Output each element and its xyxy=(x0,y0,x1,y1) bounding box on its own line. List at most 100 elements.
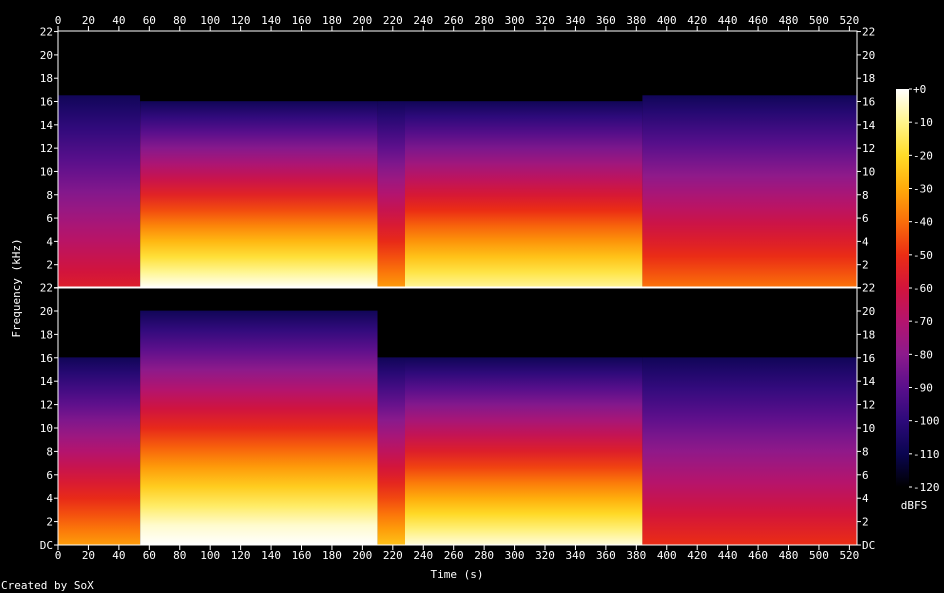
y-tick-label: DC xyxy=(40,539,53,552)
y-tick-label: 4 xyxy=(46,492,53,505)
spectrogram-chart: 0 20 40 60 80 100 120 140 160 180 200 220 240 260 280 3… xyxy=(1,14,940,592)
y-tick-label: 22 xyxy=(862,282,875,295)
x-tick-label: 440 xyxy=(718,549,738,562)
x-tick-label: 460 xyxy=(748,549,768,562)
x-tick-label: 200 xyxy=(352,549,372,562)
x-tick-label: 140 xyxy=(261,549,281,562)
x-tick-label: 80 xyxy=(173,14,186,27)
y-tick-label: 6 xyxy=(46,469,53,482)
spectrogram-segment xyxy=(404,31,643,288)
colorbar-tick-label: -20 xyxy=(913,149,933,162)
colorbar-tick-label: -120 xyxy=(913,481,940,494)
x-tick-label: 180 xyxy=(322,14,342,27)
x-tick-label: 320 xyxy=(535,549,555,562)
x-axis-bottom: 0 20 40 60 80 100 120 140 160 180 200 220 240 260 280 3… xyxy=(55,545,859,562)
y-tick-label: 20 xyxy=(862,49,875,62)
spectrogram-segment xyxy=(377,287,405,545)
x-tick-label: 500 xyxy=(809,14,829,27)
x-tick-label: 340 xyxy=(566,14,586,27)
x-tick-label: 220 xyxy=(383,14,403,27)
y-tick-label: 16 xyxy=(862,96,875,109)
x-tick-label: 60 xyxy=(143,14,156,27)
y-tick-label: 18 xyxy=(862,328,875,341)
y-tick-label: 18 xyxy=(40,328,53,341)
y-tick-label: 20 xyxy=(40,49,53,62)
x-tick-label: 520 xyxy=(839,14,859,27)
spectrogram-segment xyxy=(404,287,643,545)
y-tick-label: 16 xyxy=(862,352,875,365)
colorbar-tick-label: -60 xyxy=(913,282,933,295)
y-tick-label: 18 xyxy=(862,72,875,85)
y-tick-label: 8 xyxy=(46,445,53,458)
x-tick-label: 140 xyxy=(261,14,281,27)
y-tick-label: 10 xyxy=(40,165,53,178)
y-tick-label: 12 xyxy=(862,142,875,155)
x-tick-label: 220 xyxy=(383,549,403,562)
x-tick-label: 40 xyxy=(112,549,125,562)
y-tick-label: 4 xyxy=(46,235,53,248)
y-tick-label: 4 xyxy=(862,235,869,248)
y-tick-label: 12 xyxy=(40,399,53,412)
colorbar-tick-label: -80 xyxy=(913,348,933,361)
colorbar-label: dBFS xyxy=(901,499,928,512)
y-tick-label: 22 xyxy=(40,26,53,39)
x-tick-label: 160 xyxy=(292,14,312,27)
y-tick-label: 14 xyxy=(862,375,876,388)
credit-text: Created by SoX xyxy=(1,579,94,592)
x-tick-label: 480 xyxy=(779,14,799,27)
colorbar-tick-label: -90 xyxy=(913,382,933,395)
y-axis-label: Frequency (kHz) xyxy=(10,238,23,337)
y-tick-label: 14 xyxy=(862,119,876,132)
y-tick-label: 8 xyxy=(46,189,53,202)
x-tick-label: 340 xyxy=(566,549,586,562)
x-tick-label: 20 xyxy=(82,14,95,27)
y-tick-label: 22 xyxy=(862,26,875,39)
x-tick-label: 400 xyxy=(657,14,677,27)
x-tick-label: 0 xyxy=(55,549,62,562)
spectrogram-segment xyxy=(58,31,141,288)
x-tick-label: 200 xyxy=(352,14,372,27)
x-tick-label: 420 xyxy=(687,549,707,562)
y-tick-label: 22 xyxy=(40,282,53,295)
x-tick-label: 380 xyxy=(626,14,646,27)
y-tick-label: 20 xyxy=(40,305,53,318)
y-tick-label: 6 xyxy=(862,469,869,482)
y-tick-label: 2 xyxy=(862,259,869,272)
colorbar-tick-label: -30 xyxy=(913,183,933,196)
x-axis-label: Time (s) xyxy=(431,568,484,581)
x-tick-label: 60 xyxy=(143,549,156,562)
y-tick-label: 14 xyxy=(40,375,54,388)
colorbar: +0 -10 -20 -30 -40 -50 -60 -70 -80 -90 -100 -110 -12… xyxy=(896,83,940,494)
y-tick-label: 8 xyxy=(862,445,869,458)
y-tick-label: 2 xyxy=(46,516,53,529)
x-tick-label: 500 xyxy=(809,549,829,562)
x-tick-label: 100 xyxy=(200,549,220,562)
y-tick-label: 4 xyxy=(862,492,869,505)
y-tick-label: DC xyxy=(862,539,875,552)
x-tick-label: 80 xyxy=(173,549,186,562)
x-tick-label: 400 xyxy=(657,549,677,562)
colorbar-tick-label: -70 xyxy=(913,315,933,328)
y-tick-label: 6 xyxy=(46,212,53,225)
x-tick-label: 240 xyxy=(413,549,433,562)
x-tick-label: 260 xyxy=(444,14,464,27)
x-tick-label: 280 xyxy=(474,14,494,27)
x-tick-label: 300 xyxy=(505,549,525,562)
x-tick-label: 380 xyxy=(626,549,646,562)
colorbar-tick-label: -100 xyxy=(913,415,940,428)
y-tick-label: 20 xyxy=(862,305,875,318)
spectrogram-segment xyxy=(140,287,378,545)
x-tick-label: 0 xyxy=(55,14,62,27)
spectrogram-segment xyxy=(642,287,857,545)
y-tick-label: 10 xyxy=(862,165,875,178)
colorbar-tick-label: -50 xyxy=(913,249,933,262)
y-tick-label: 12 xyxy=(40,142,53,155)
spectrogram-segment xyxy=(58,287,141,545)
x-tick-label: 320 xyxy=(535,14,555,27)
colorbar-gradient xyxy=(896,89,909,487)
x-tick-label: 360 xyxy=(596,14,616,27)
x-tick-label: 440 xyxy=(718,14,738,27)
x-tick-label: 520 xyxy=(839,549,859,562)
y-tick-label: 16 xyxy=(40,352,53,365)
x-tick-label: 280 xyxy=(474,549,494,562)
